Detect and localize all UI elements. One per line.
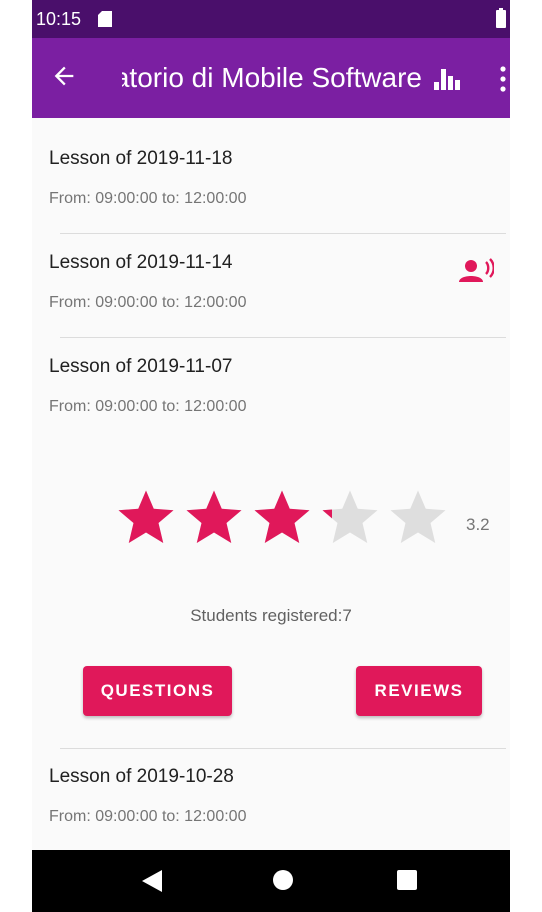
lesson-time: From: 09:00:00 to: 12:00:00 (49, 808, 247, 825)
divider (60, 337, 506, 338)
divider (60, 748, 506, 749)
star-icon[interactable] (320, 488, 380, 548)
lesson-time: From: 09:00:00 to: 12:00:00 (49, 398, 247, 415)
app-screen: 10:15 Laboratorio di Mobile Software Les… (32, 0, 510, 912)
questions-button[interactable]: QUESTIONS (83, 666, 232, 716)
rating-value: 3.2 (466, 515, 490, 534)
overflow-menu-icon[interactable] (498, 66, 508, 92)
status-time: 10:15 (36, 9, 82, 29)
star-icon[interactable] (184, 488, 244, 548)
star-icon[interactable] (388, 488, 448, 548)
app-bar: Laboratorio di Mobile Software (32, 38, 510, 118)
star-icon[interactable] (116, 488, 176, 548)
star-icon[interactable] (252, 488, 312, 548)
students-registered: Students registered:7 (190, 606, 352, 625)
status-bar: 10:15 (32, 0, 510, 38)
navigation-bar (32, 850, 510, 912)
sd-card-icon (98, 11, 112, 27)
lesson-title: Lesson of 2019-11-14 (49, 252, 233, 273)
battery-icon (496, 8, 506, 28)
nav-recents-icon[interactable] (397, 870, 417, 890)
back-arrow-icon[interactable] (50, 62, 78, 90)
lesson-title: Lesson of 2019-11-18 (49, 148, 233, 169)
divider (60, 233, 506, 234)
lesson-title: Lesson of 2019-10-28 (49, 766, 234, 787)
nav-home-icon[interactable] (273, 870, 293, 890)
nav-back-icon[interactable] (142, 870, 162, 892)
reviews-button[interactable]: REVIEWS (356, 666, 482, 716)
app-title: Laboratorio di Mobile Software (122, 62, 422, 93)
lesson-time: From: 09:00:00 to: 12:00:00 (49, 294, 247, 311)
speaker-icon[interactable] (458, 258, 494, 284)
lesson-title: Lesson of 2019-11-07 (49, 356, 233, 377)
lesson-time: From: 09:00:00 to: 12:00:00 (49, 190, 247, 207)
bar-chart-icon[interactable] (434, 66, 460, 90)
